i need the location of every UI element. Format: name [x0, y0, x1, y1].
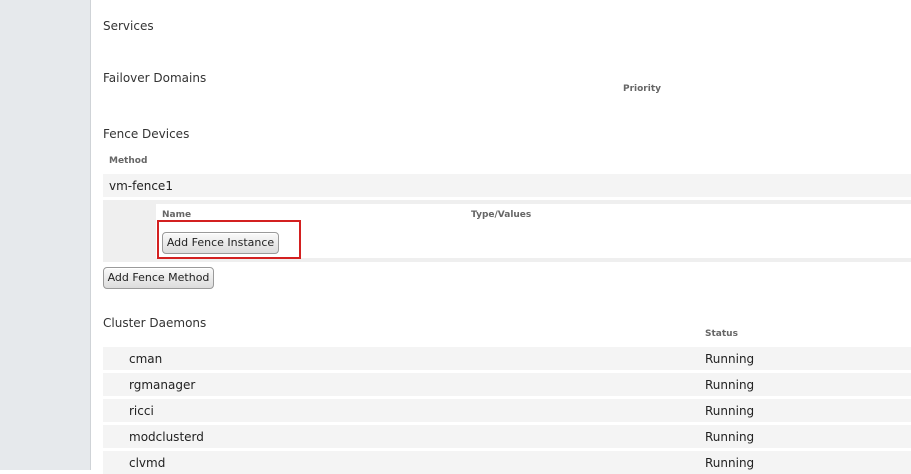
node-detail-panel: Services Failover Domains Priority Fence… — [91, 0, 911, 474]
daemon-status: Running — [705, 456, 755, 470]
daemon-name: modclusterd — [129, 430, 204, 444]
daemon-status: Running — [705, 352, 755, 366]
daemon-name: rgmanager — [129, 378, 196, 392]
table-row: cman Running — [103, 347, 911, 370]
fence-method-name: vm-fence1 — [109, 179, 173, 193]
highlight-annotation — [157, 220, 301, 259]
fence-devices-heading: Fence Devices — [103, 127, 190, 141]
daemon-status: Running — [705, 430, 755, 444]
failover-priority-column-header: Priority — [623, 84, 661, 94]
table-row: clvmd Running — [103, 451, 911, 474]
add-fence-method-button[interactable]: Add Fence Method — [103, 267, 214, 289]
daemon-status: Running — [705, 404, 755, 418]
fence-method-row: vm-fence1 — [103, 174, 911, 197]
fence-instance-name-header: Name — [162, 210, 192, 220]
failover-domains-heading: Failover Domains — [103, 71, 207, 85]
daemon-name: ricci — [129, 404, 154, 418]
cluster-daemons-heading: Cluster Daemons — [103, 316, 207, 330]
daemon-name: clvmd — [129, 456, 166, 470]
table-row: modclusterd Running — [103, 425, 911, 448]
daemon-status-column-header: Status — [705, 329, 738, 339]
fence-instance-type-values-header: Type/Values — [471, 210, 532, 220]
daemon-status: Running — [705, 378, 755, 392]
left-sidebar — [0, 0, 91, 470]
table-row: rgmanager Running — [103, 373, 911, 396]
fence-method-column-header: Method — [109, 156, 148, 166]
services-heading: Services — [103, 19, 154, 33]
table-row: ricci Running — [103, 399, 911, 422]
daemon-name: cman — [129, 352, 163, 366]
